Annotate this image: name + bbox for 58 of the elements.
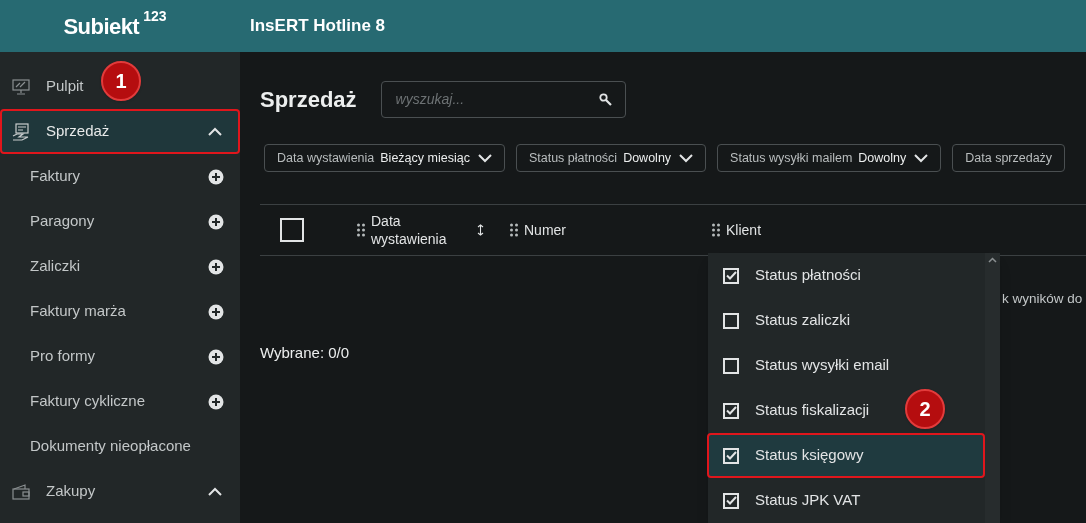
checkbox[interactable] [723,447,739,464]
sidebar-item[interactable]: Dokumenty nieopłacone [0,424,240,469]
cash-register-icon [12,122,30,141]
logo-superscript: 123 [143,6,167,26]
monitor-icon [12,78,30,95]
scrollbar[interactable] [985,253,1000,523]
column-header[interactable]: Numer [524,221,566,239]
sort-icon[interactable] [477,224,484,236]
empty-message: k wyników do [1002,290,1083,308]
checkbox[interactable] [723,402,739,419]
search-icon[interactable] [598,92,612,106]
wallet-icon [12,483,30,500]
checkbox[interactable] [723,492,739,509]
logo: Subiekt [63,12,140,41]
drag-handle-icon[interactable] [712,223,720,237]
sidebar-item[interactable]: Zaliczki [0,244,240,289]
menu-item[interactable]: Status księgowy [707,433,985,478]
column-header[interactable]: Klient [726,221,762,239]
selection-count: Wybrane: 0/0 [260,343,350,363]
checkbox[interactable] [280,218,304,242]
sidebar-section[interactable]: Zakupy [46,480,96,503]
sidebar-section[interactable]: Sprzedaż [0,109,240,154]
add-icon[interactable] [208,168,224,185]
menu-item[interactable]: Status JPK VAT [755,489,861,512]
menu-item[interactable]: Status płatności [755,264,861,287]
filter-dropdown[interactable]: Status wysyłki mailem Dowolny [717,144,942,172]
checkbox[interactable] [723,357,739,374]
chevron-icon [208,487,222,496]
chevron-icon [477,153,492,163]
sidebar-item[interactable]: Faktury [0,154,240,199]
scroll-up-icon[interactable] [988,257,997,263]
add-icon[interactable] [208,258,224,275]
chevron-icon [208,127,222,136]
filter-dropdown[interactable]: Status płatności Dowolny [515,144,707,172]
chevron-icon [679,153,694,163]
filter-dropdown[interactable]: Data sprzedaży [952,144,1066,172]
sidebar-item[interactable]: Faktury cykliczne [0,379,240,424]
drag-handle-icon[interactable] [357,223,365,237]
menu-item[interactable]: Status zaliczki [755,309,851,332]
filter-dropdown[interactable]: Data wystawienia Bieżący miesiąc [264,144,505,172]
sidebar-item[interactable]: Faktury marża [0,289,240,334]
sidebar-section[interactable]: Pulpit [46,75,84,98]
menu-item[interactable]: Status wysyłki email [755,354,890,377]
add-icon[interactable] [208,213,224,230]
column-header[interactable]: Data wystawienia [371,212,457,248]
sidebar-item[interactable]: Paragony [0,199,240,244]
menu-item[interactable]: Status fiskalizacji [755,399,870,422]
add-icon[interactable] [208,393,224,410]
add-icon[interactable] [208,348,224,365]
page-title: Sprzedaż [260,85,357,114]
drag-handle-icon[interactable] [510,223,518,237]
sidebar-item[interactable]: Pro formy [0,334,240,379]
checkbox[interactable] [723,267,739,284]
company-name: InsERT Hotline 8 [250,15,386,38]
add-icon[interactable] [208,303,224,320]
chevron-icon [914,153,929,163]
checkbox[interactable] [723,312,739,329]
search-field[interactable]: wyszukaj... [380,80,626,118]
